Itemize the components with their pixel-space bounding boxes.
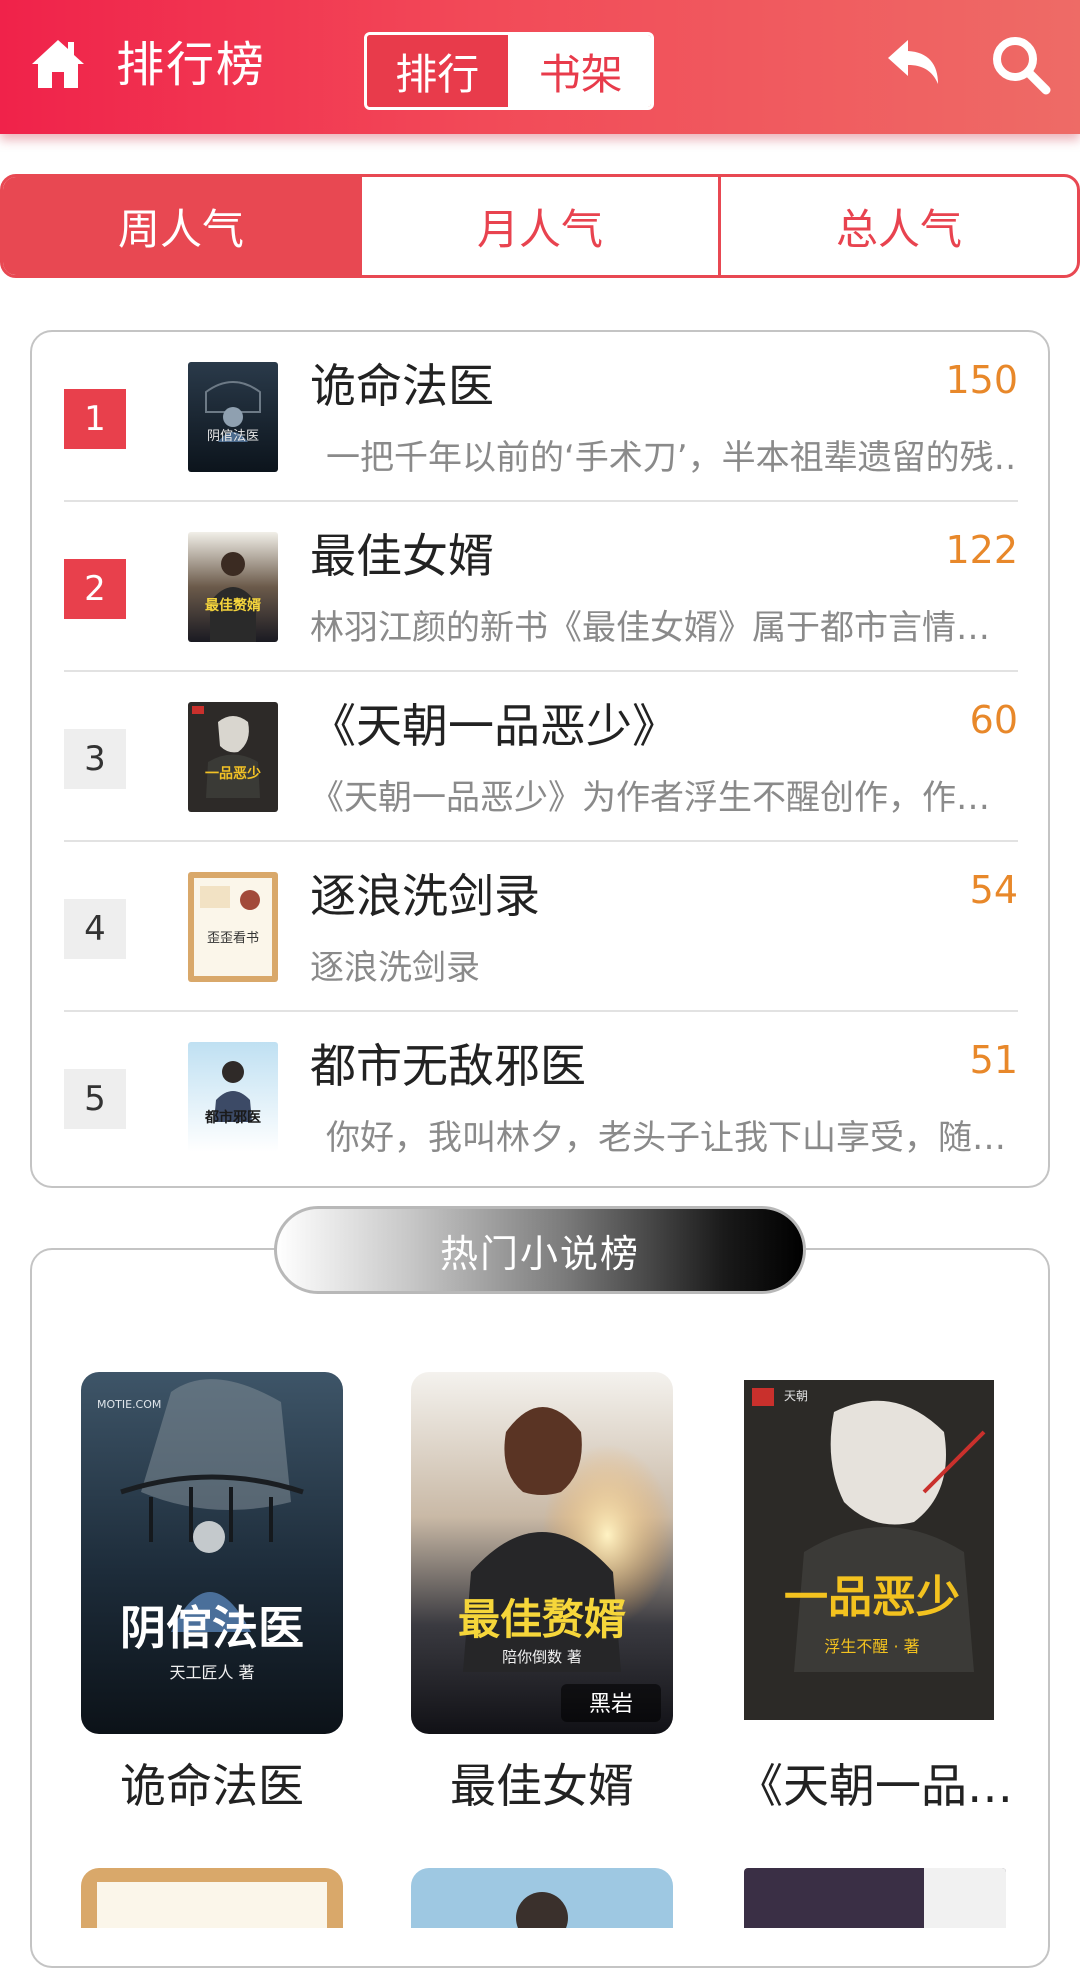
top-app-bar: 排行榜 排行 书架 bbox=[0, 0, 1080, 134]
popularity-score: 150 bbox=[945, 358, 1018, 402]
rank-badge: 4 bbox=[64, 899, 126, 959]
popularity-score: 60 bbox=[969, 698, 1018, 742]
svg-text:阴倌法医: 阴倌法医 bbox=[207, 429, 259, 444]
popularity-score: 122 bbox=[945, 528, 1018, 572]
rank-badge: 5 bbox=[64, 1069, 126, 1129]
svg-text:一品恶少: 一品恶少 bbox=[205, 765, 261, 782]
section-title-pill: 热门小说榜 bbox=[274, 1206, 806, 1294]
svg-text:天工匠人 著: 天工匠人 著 bbox=[169, 1663, 254, 1682]
book-cover-thumbnail: 都市邪医 bbox=[188, 1042, 278, 1152]
period-tabs: 周人气 月人气 总人气 bbox=[0, 174, 1080, 278]
svg-text:黑岩: 黑岩 bbox=[589, 1692, 633, 1717]
ranking-row[interactable]: 1 阴倌法医 诡命法医 150 一把千年以前的‘手术刀’，半本祖辈遗留的残… bbox=[64, 332, 1020, 502]
rank-badge: 1 bbox=[64, 389, 126, 449]
back-icon[interactable] bbox=[882, 30, 948, 96]
tab-weekly-popularity[interactable]: 周人气 bbox=[3, 177, 359, 275]
rank-badge: 2 bbox=[64, 559, 126, 619]
book-cover: 最佳赘婿 陪你倒数 著 黑岩 bbox=[411, 1372, 673, 1734]
book-title: 最佳女婿 bbox=[310, 529, 494, 583]
book-cover: 天朝 一品恶少 浮生不醒 · 著 bbox=[744, 1372, 1006, 1734]
book-description: 林羽江颜的新书《最佳女婿》属于都市言情… bbox=[310, 608, 990, 648]
book-description: 《天朝一品恶少》为作者浮生不醒创作，作… bbox=[310, 778, 990, 818]
book-title: 逐浪洗剑录 bbox=[310, 869, 540, 923]
book-description: 逐浪洗剑录 bbox=[310, 948, 480, 988]
search-icon[interactable] bbox=[988, 32, 1054, 98]
hot-novel-title: 诡命法医 bbox=[120, 1759, 304, 1813]
segment-ranking[interactable]: 排行 bbox=[367, 35, 511, 107]
ranking-row[interactable]: 5 都市邪医 都市无敌邪医 51 你好，我叫林夕，老头子让我下山享受，随… bbox=[64, 1012, 1018, 1182]
book-description: 你好，我叫林夕，老头子让我下山享受，随… bbox=[326, 1118, 1006, 1158]
svg-text:天朝: 天朝 bbox=[784, 1389, 808, 1403]
page-title: 排行榜 bbox=[116, 37, 267, 93]
svg-text:一品恶少: 一品恶少 bbox=[784, 1572, 960, 1623]
book-cover[interactable] bbox=[81, 1868, 343, 1928]
ranking-row[interactable]: 4 歪歪看书 逐浪洗剑录 54 逐浪洗剑录 bbox=[64, 842, 1018, 1012]
book-cover-thumbnail: 歪歪看书 bbox=[188, 872, 278, 982]
book-title: 诡命法医 bbox=[310, 359, 494, 413]
book-cover[interactable] bbox=[744, 1868, 1006, 1928]
book-description: 一把千年以前的‘手术刀’，半本祖辈遗留的残… bbox=[326, 438, 1020, 478]
ranking-list: 1 阴倌法医 诡命法医 150 一把千年以前的‘手术刀’，半本祖辈遗留的残… 2 bbox=[30, 330, 1050, 1188]
tab-monthly-popularity[interactable]: 月人气 bbox=[359, 177, 718, 275]
book-title: 都市无敌邪医 bbox=[310, 1039, 586, 1093]
book-cover-thumbnail: 一品恶少 bbox=[188, 702, 278, 812]
tab-total-popularity[interactable]: 总人气 bbox=[718, 177, 1077, 275]
svg-text:浮生不醒 · 著: 浮生不醒 · 著 bbox=[824, 1637, 919, 1656]
svg-text:都市邪医: 都市邪医 bbox=[204, 1109, 261, 1126]
book-cover-thumbnail: 最佳赘婿 bbox=[188, 532, 278, 642]
svg-text:最佳赘婿: 最佳赘婿 bbox=[205, 597, 262, 614]
hot-novel-title: 最佳女婿 bbox=[450, 1759, 634, 1813]
svg-text:歪歪看书: 歪歪看书 bbox=[207, 930, 259, 946]
popularity-score: 51 bbox=[969, 1038, 1018, 1082]
view-switcher: 排行 书架 bbox=[364, 32, 654, 110]
ranking-row[interactable]: 3 一品恶少 《天朝一品恶少》 60 《天朝一品恶少》为作者浮生不醒创作，作… bbox=[64, 672, 1018, 842]
segment-bookshelf[interactable]: 书架 bbox=[510, 35, 651, 107]
svg-text:陪你倒数 著: 陪你倒数 著 bbox=[502, 1648, 582, 1666]
popularity-score: 54 bbox=[969, 868, 1018, 912]
ranking-row[interactable]: 2 最佳赘婿 最佳女婿 122 林羽江颜的新书《最佳女婿》属于都市言情… bbox=[64, 502, 1018, 672]
rank-badge: 3 bbox=[64, 729, 126, 789]
svg-text:阴倌法医: 阴倌法医 bbox=[120, 1601, 304, 1655]
svg-text:MOTIE.COM: MOTIE.COM bbox=[97, 1398, 161, 1411]
hot-novel-title: 《天朝一品… bbox=[737, 1759, 1013, 1813]
book-cover-thumbnail: 阴倌法医 bbox=[188, 362, 278, 472]
home-icon[interactable] bbox=[28, 34, 88, 94]
svg-text:最佳赘婿: 最佳赘婿 bbox=[458, 1595, 626, 1644]
book-cover[interactable] bbox=[411, 1868, 673, 1928]
book-title: 《天朝一品恶少》 bbox=[310, 699, 678, 753]
book-cover: MOTIE.COM 阴倌法医 天工匠人 著 bbox=[81, 1372, 343, 1734]
